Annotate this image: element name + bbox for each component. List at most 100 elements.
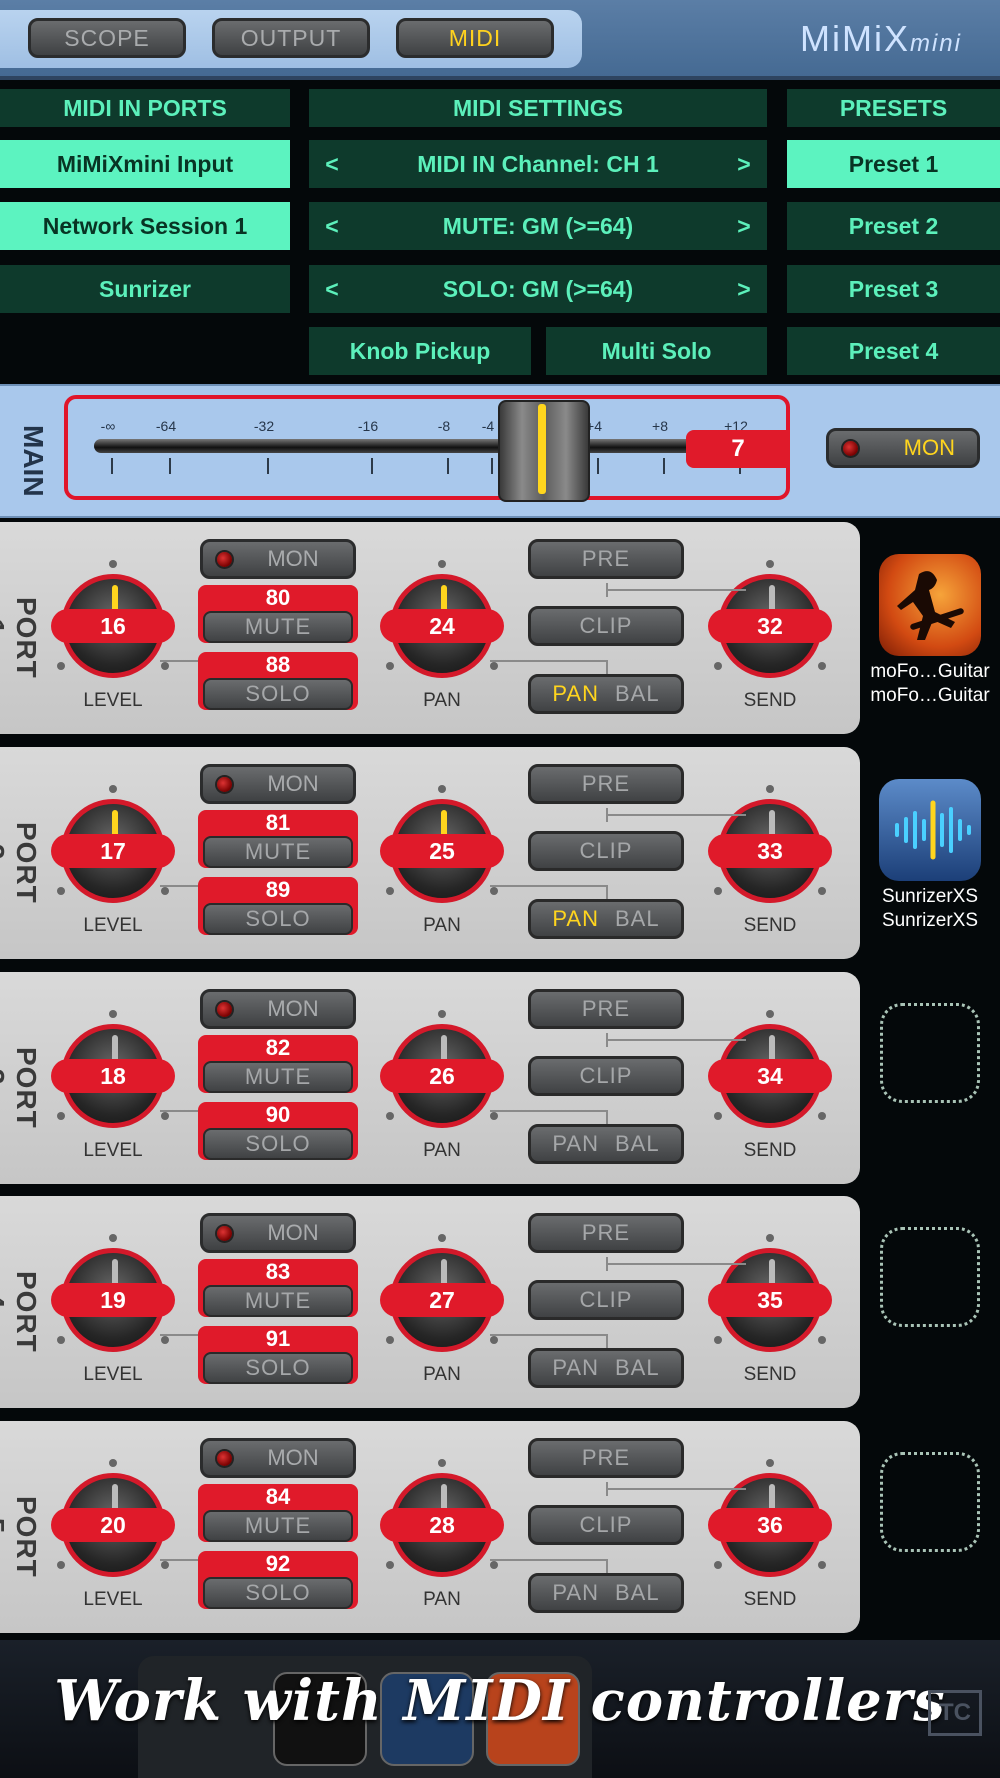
midi-in-port-item[interactable]: Sunrizer (0, 265, 290, 313)
connector-line (606, 1110, 608, 1124)
midi-in-port-item[interactable]: Network Session 1 (0, 202, 290, 250)
setting-label: SOLO: GM (>=64) (442, 276, 634, 302)
clip-button[interactable]: CLIP (528, 1505, 684, 1545)
level-knob-label: LEVEL (83, 1364, 143, 1385)
mon-button[interactable]: MON (200, 989, 356, 1029)
connector-line (606, 660, 608, 674)
solo-button[interactable]: SOLO (203, 1577, 353, 1609)
port-label: PORT 1 (0, 597, 42, 679)
preset-button[interactable]: Preset 4 (787, 327, 1000, 375)
solo-cc-value: 91 (265, 1326, 291, 1351)
mon-button[interactable]: MON (200, 539, 356, 579)
mute-button[interactable]: MUTE (203, 1285, 353, 1317)
main-scale-tick (371, 458, 373, 474)
pan-option: PAN (552, 1580, 599, 1605)
main-scale-label: +8 (652, 418, 668, 434)
pre-button[interactable]: PRE (528, 1213, 684, 1253)
bal-option: BAL (615, 681, 660, 706)
pan-bal-toggle[interactable]: PAN BAL (528, 1348, 684, 1388)
empty-app-slot[interactable] (880, 1227, 980, 1327)
pre-button[interactable]: PRE (528, 539, 684, 579)
knob-dot (490, 1336, 498, 1344)
next-arrow[interactable]: > (729, 265, 759, 313)
main-scale-tick (491, 458, 493, 474)
clip-button[interactable]: CLIP (528, 606, 684, 646)
solo-button[interactable]: SOLO (203, 678, 353, 710)
tab-output[interactable]: OUTPUT (212, 18, 370, 58)
mon-button[interactable]: MON (200, 1213, 356, 1253)
knob-dot (490, 1561, 498, 1569)
pan-bal-toggle[interactable]: PAN BAL (528, 899, 684, 939)
connector-line (606, 1488, 746, 1490)
bal-option: BAL (615, 1131, 660, 1156)
knob-dot (109, 560, 117, 568)
main-scale-label: -16 (357, 418, 379, 434)
pre-button[interactable]: PRE (528, 1438, 684, 1478)
solo-button[interactable]: SOLO (203, 1352, 353, 1384)
port-label: PORT 5 (0, 1496, 42, 1578)
knob-dot (438, 1234, 446, 1242)
prev-arrow[interactable]: < (317, 265, 347, 313)
main-scale-tick (663, 458, 665, 474)
led-icon (217, 1451, 232, 1466)
pan-option: PAN (552, 1355, 599, 1380)
waveform-icon[interactable] (879, 779, 981, 881)
mute-button[interactable]: MUTE (203, 1510, 353, 1542)
knob-dot (109, 1459, 117, 1467)
clip-button[interactable]: CLIP (528, 831, 684, 871)
midi-channel-setting[interactable]: < MIDI IN Channel: CH 1 > (309, 140, 767, 188)
knob-pickup-button[interactable]: Knob Pickup (309, 327, 531, 375)
next-arrow[interactable]: > (729, 140, 759, 188)
pre-button[interactable]: PRE (528, 989, 684, 1029)
send-knob-value: 34 (708, 1059, 832, 1093)
pre-button[interactable]: PRE (528, 764, 684, 804)
solo-button[interactable]: SOLO (203, 1128, 353, 1160)
level-knob-value: 20 (51, 1508, 175, 1542)
knob-dot (714, 1561, 722, 1569)
led-icon (217, 552, 232, 567)
mute-button[interactable]: MUTE (203, 1061, 353, 1093)
mute-cc-value: 81 (265, 810, 291, 835)
solo-button[interactable]: SOLO (203, 903, 353, 935)
setting-label: MUTE: GM (>=64) (442, 213, 634, 239)
knob-dot (386, 662, 394, 670)
mute-button[interactable]: MUTE (203, 611, 353, 643)
preset-button[interactable]: Preset 2 (787, 202, 1000, 250)
next-arrow[interactable]: > (729, 202, 759, 250)
pan-bal-toggle[interactable]: PAN BAL (528, 1124, 684, 1164)
prev-arrow[interactable]: < (317, 140, 347, 188)
fader-indicator (538, 404, 546, 494)
prev-arrow[interactable]: < (317, 202, 347, 250)
mute-setting[interactable]: < MUTE: GM (>=64) > (309, 202, 767, 250)
mon-button[interactable]: MON (200, 1438, 356, 1478)
mute-button[interactable]: MUTE (203, 836, 353, 868)
tab-scope[interactable]: SCOPE (28, 18, 186, 58)
empty-app-slot[interactable] (880, 1003, 980, 1103)
tab-midi[interactable]: MIDI (396, 18, 554, 58)
main-scale-tick (597, 458, 599, 474)
pan-knob-value: 26 (380, 1059, 504, 1093)
mon-label: MON (267, 546, 319, 571)
solo-setting[interactable]: < SOLO: GM (>=64) > (309, 265, 767, 313)
knob-dot (714, 1112, 722, 1120)
preset-button[interactable]: Preset 3 (787, 265, 1000, 313)
midi-in-port-item[interactable]: MiMiXmini Input (0, 140, 290, 188)
knob-dot (766, 1234, 774, 1242)
pan-knob-value: 28 (380, 1508, 504, 1542)
pan-bal-toggle[interactable]: PAN BAL (528, 1573, 684, 1613)
pan-bal-toggle[interactable]: PAN BAL (528, 674, 684, 714)
empty-app-slot[interactable] (880, 1452, 980, 1552)
multi-solo-button[interactable]: Multi Solo (546, 327, 767, 375)
main-fader-track[interactable] (94, 439, 774, 453)
knob-dot (57, 1112, 65, 1120)
main-value: 7 (686, 430, 790, 468)
guitarist-icon[interactable] (879, 554, 981, 656)
knob-dot (109, 785, 117, 793)
mon-button[interactable]: MON (200, 764, 356, 804)
clip-button[interactable]: CLIP (528, 1056, 684, 1096)
clip-button[interactable]: CLIP (528, 1280, 684, 1320)
preset-button[interactable]: Preset 1 (787, 140, 1000, 188)
main-mon-button[interactable]: MON (826, 428, 980, 468)
connector-line (490, 885, 608, 887)
main-scale-label: -32 (253, 418, 275, 434)
